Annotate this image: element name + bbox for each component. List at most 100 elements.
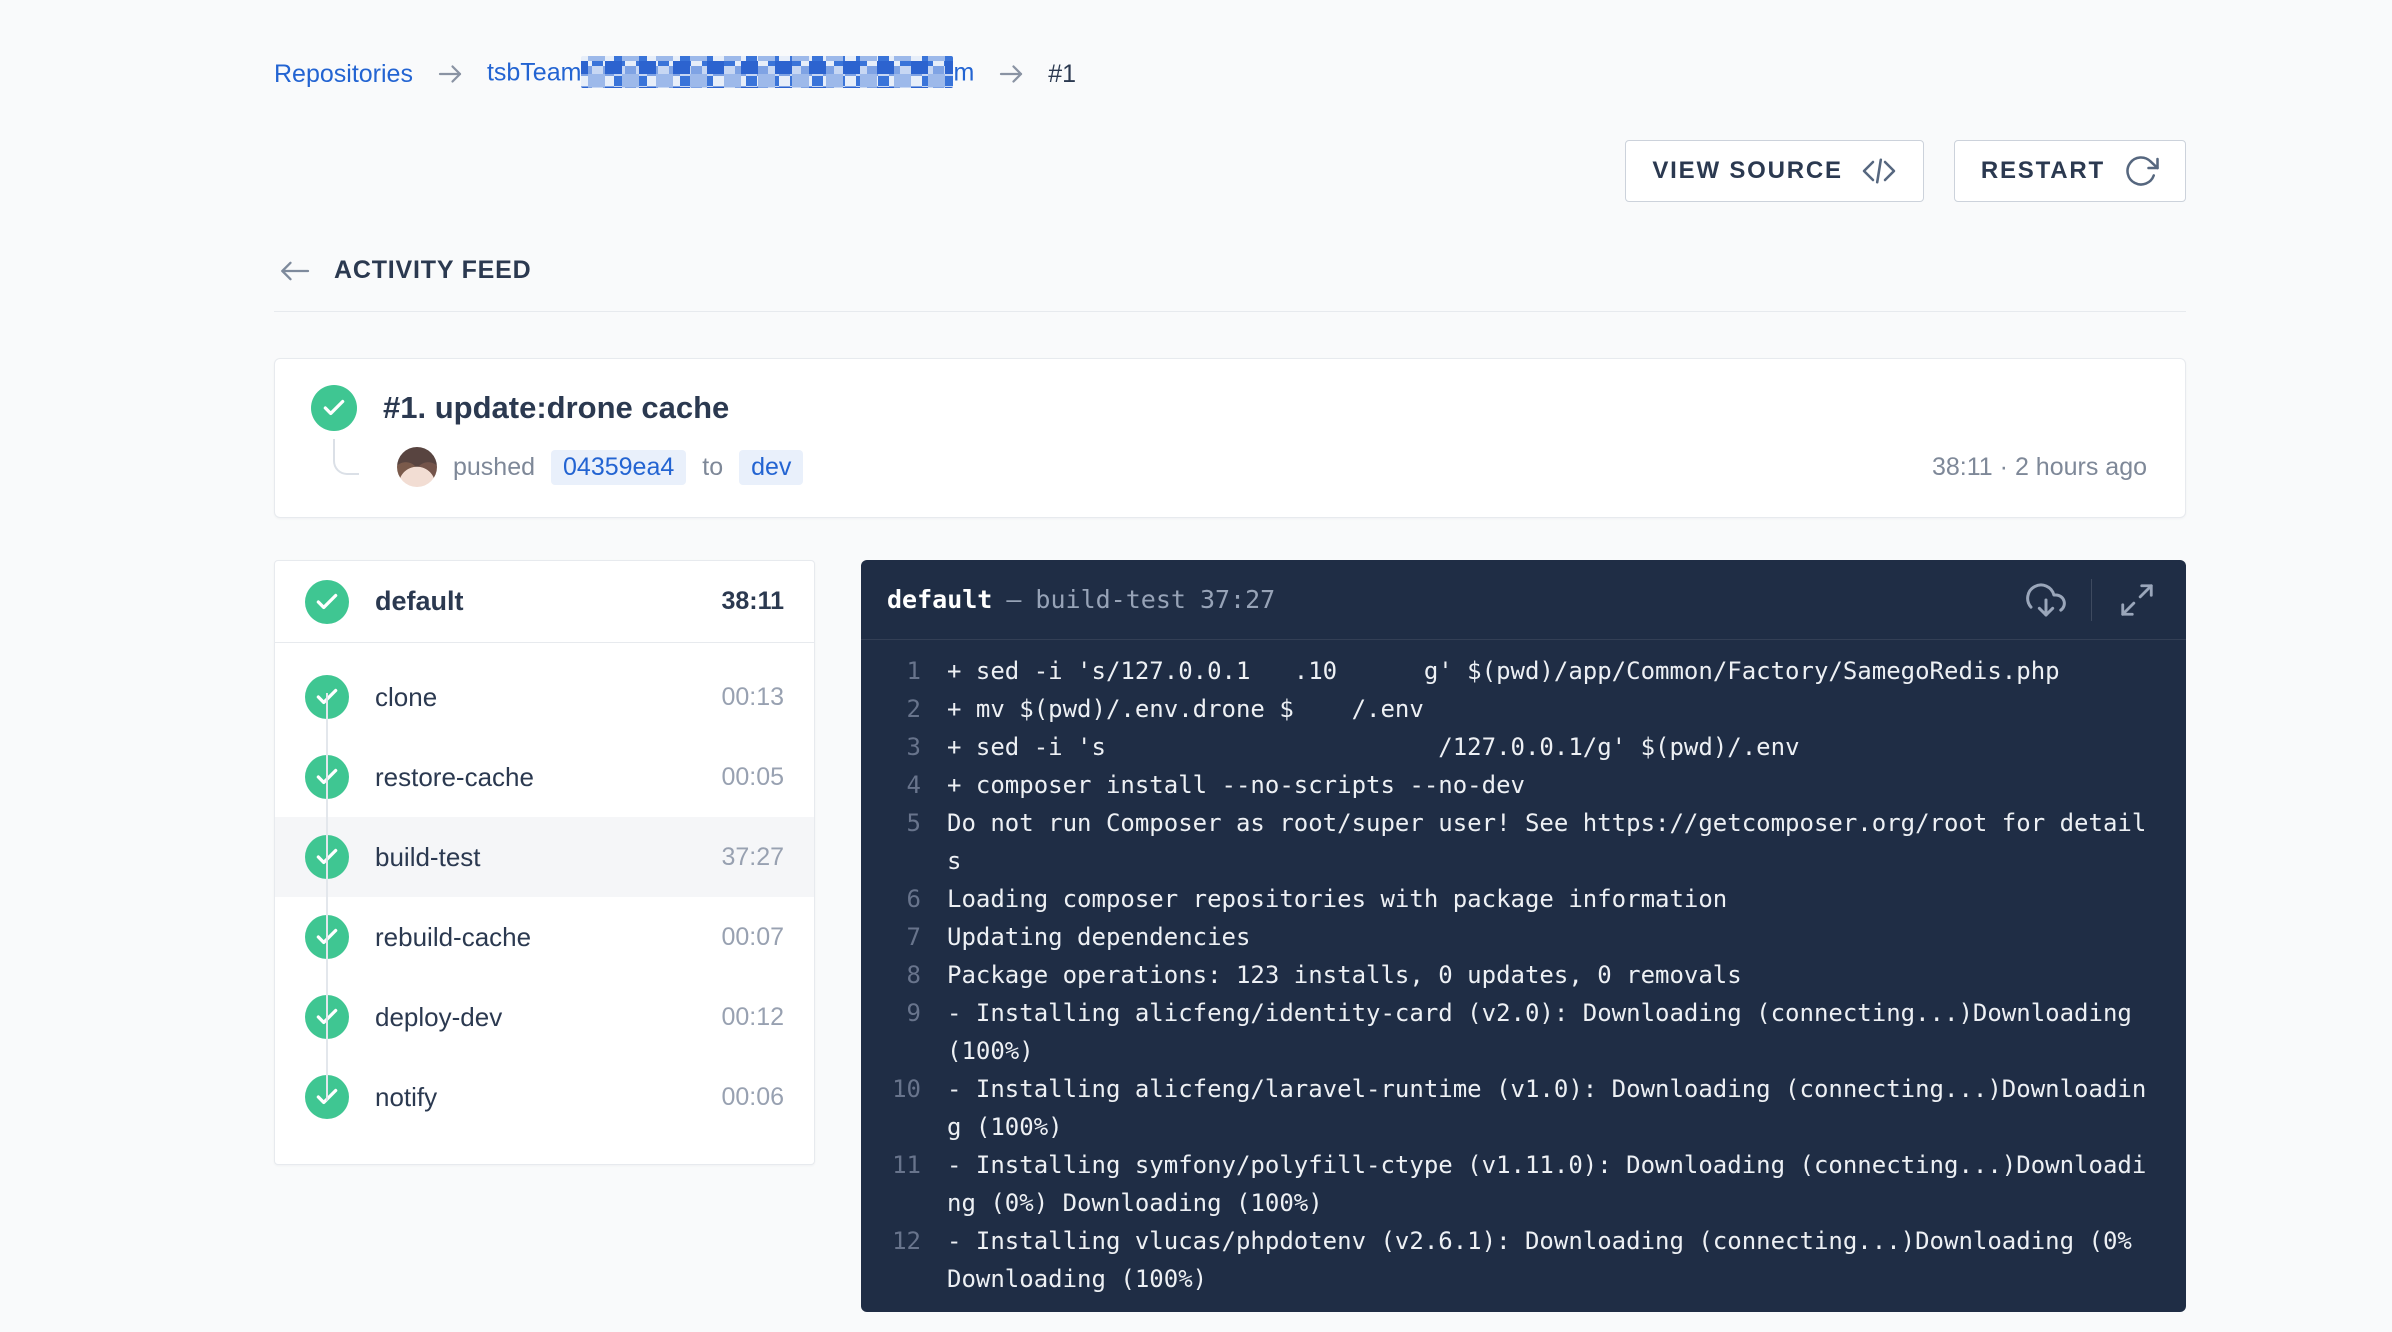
- step-row-rebuild-cache[interactable]: rebuild-cache 00:07: [275, 897, 814, 977]
- breadcrumb-build-number: #1: [1048, 60, 1076, 89]
- log-text: Updating dependencies: [947, 918, 2154, 956]
- log-line-number: 1: [879, 652, 921, 690]
- log-line: 5 Do not run Composer as root/super user!…: [879, 804, 2162, 880]
- log-line: 2 + mv $(pwd)/.env.drone $/.env: [879, 690, 2162, 728]
- breadcrumb-arrow-icon: [996, 59, 1026, 89]
- log-line-number: 7: [879, 918, 921, 956]
- download-log-button[interactable]: [2023, 577, 2069, 623]
- stage-name: default: [375, 586, 464, 617]
- log-text: + sed -i 's/127.0.0.1/g' $(pwd)/.env: [947, 728, 2154, 766]
- log-text: - Installing alicfeng/laravel-runtime (v…: [947, 1070, 2154, 1146]
- censored-page-title: [274, 148, 776, 194]
- header-buttons: VIEW SOURCE RESTART: [1625, 140, 2186, 202]
- log-text: Loading composer repositories with packa…: [947, 880, 2154, 918]
- restart-icon: [2123, 153, 2159, 189]
- log-line-number: 12: [879, 1222, 921, 1298]
- breadcrumb-arrow-icon: [435, 59, 465, 89]
- log-line: 8 Package operations: 123 installs, 0 upd…: [879, 956, 2162, 994]
- step-row-build-test[interactable]: build-test 37:27: [275, 817, 814, 897]
- step-label: build-test: [375, 842, 481, 873]
- log-line: 11 - Installing symfony/polyfill-ctype (v…: [879, 1146, 2162, 1222]
- activity-feed-link[interactable]: ACTIVITY FEED: [274, 256, 2186, 285]
- icon-divider: [2091, 579, 2092, 621]
- view-source-button[interactable]: VIEW SOURCE: [1625, 140, 1923, 202]
- censored-log-segment: [1250, 654, 1293, 686]
- step-duration: 00:05: [721, 763, 784, 792]
- censored-log-segment: [1294, 692, 1352, 724]
- log-text: Do not run Composer as root/super user! …: [947, 804, 2154, 880]
- step-row-deploy-dev[interactable]: deploy-dev 00:12: [275, 977, 814, 1057]
- log-line: 7 Updating dependencies: [879, 918, 2162, 956]
- avatar: [397, 447, 437, 487]
- commit-chip[interactable]: 04359ea4: [551, 450, 686, 485]
- expand-icon: [2118, 581, 2156, 619]
- step-duration: 00:13: [721, 683, 784, 712]
- branch-chip[interactable]: dev: [739, 450, 803, 485]
- log-line-number: 4: [879, 766, 921, 804]
- log-line-number: 11: [879, 1146, 921, 1222]
- steps-list: clone 00:13 restore-cache 00:05 build-te…: [275, 643, 814, 1151]
- log-text: + composer install --no-scripts --no-dev: [947, 766, 2154, 804]
- expand-console-button[interactable]: [2114, 577, 2160, 623]
- build-duration-time: 38:11 · 2 hours ago: [1932, 453, 2147, 482]
- console-title: default — build-test 37:27: [887, 585, 1275, 614]
- step-label: rebuild-cache: [375, 922, 531, 953]
- log-text: - Installing alicfeng/identity-card (v2.…: [947, 994, 2154, 1070]
- breadcrumb-link-repo[interactable]: tsbTeamm: [487, 56, 974, 92]
- log-line: 12 - Installing vlucas/phpdotenv (v2.6.1)…: [879, 1222, 2162, 1298]
- step-duration: 00:07: [721, 923, 784, 952]
- log-text: + mv $(pwd)/.env.drone $/.env: [947, 690, 2154, 728]
- log-text: - Installing symfony/polyfill-ctype (v1.…: [947, 1146, 2154, 1222]
- step-duration: 00:06: [721, 1083, 784, 1112]
- console-panel: default — build-test 37:27 1+ sed: [861, 560, 2186, 1312]
- console-log[interactable]: 1+ sed -i 's/127.0.0.1.10g' $(pwd)/app/C…: [861, 640, 2186, 1298]
- step-row-restore-cache[interactable]: restore-cache 00:05: [275, 737, 814, 817]
- download-cloud-icon: [2026, 580, 2066, 620]
- divider: [274, 311, 2186, 312]
- step-label: notify: [375, 1082, 437, 1113]
- censored-log-segment: [1337, 654, 1424, 686]
- step-row-notify[interactable]: notify 00:06: [275, 1057, 814, 1137]
- censored-repo-name: [581, 56, 953, 88]
- log-line-number: 8: [879, 956, 921, 994]
- pushed-label: pushed: [453, 453, 535, 482]
- stage-row-default[interactable]: default 38:11: [275, 561, 814, 643]
- to-label: to: [702, 453, 723, 482]
- log-line-number: 9: [879, 994, 921, 1070]
- log-line: 9 - Installing alicfeng/identity-card (v2…: [879, 994, 2162, 1070]
- log-line-number: 5: [879, 804, 921, 880]
- log-line: 6 Loading composer repositories with pack…: [879, 880, 2162, 918]
- step-duration: 37:27: [721, 843, 784, 872]
- page-title: [274, 146, 776, 196]
- log-line-number: 6: [879, 880, 921, 918]
- step-label: restore-cache: [375, 762, 534, 793]
- stage-duration: 38:11: [721, 587, 784, 616]
- page-header: VIEW SOURCE RESTART: [274, 140, 2186, 202]
- log-line-number: 10: [879, 1070, 921, 1146]
- step-label: deploy-dev: [375, 1002, 502, 1033]
- steps-connector-line: [326, 693, 328, 1101]
- breadcrumb: Repositories tsbTeamm #1: [274, 0, 2186, 92]
- log-line-number: 3: [879, 728, 921, 766]
- back-arrow-icon: [274, 257, 314, 285]
- restart-button[interactable]: RESTART: [1954, 140, 2186, 202]
- log-line: 10 - Installing alicfeng/laravel-runtime …: [879, 1070, 2162, 1146]
- log-line: 4 + composer install --no-scripts --no-de…: [879, 766, 2162, 804]
- step-label: clone: [375, 682, 437, 713]
- step-duration: 00:12: [721, 1003, 784, 1032]
- censored-log-segment: [1106, 730, 1438, 762]
- build-title: #1. update:drone cache: [383, 390, 729, 426]
- code-icon: [1861, 153, 1897, 189]
- connector-line: [333, 439, 359, 475]
- console-header: default — build-test 37:27: [861, 560, 2186, 640]
- stages-panel: default 38:11 clone 00:13 restore-cache …: [274, 560, 815, 1165]
- breadcrumb-link-repositories[interactable]: Repositories: [274, 60, 413, 89]
- step-row-clone[interactable]: clone 00:13: [275, 657, 814, 737]
- page: Repositories tsbTeamm #1 VIEW SOURCE RES…: [0, 0, 2392, 1312]
- log-text: Package operations: 123 installs, 0 upda…: [947, 956, 2154, 994]
- log-line-number: 2: [879, 690, 921, 728]
- log-line: 1+ sed -i 's/127.0.0.1.10g' $(pwd)/app/C…: [879, 652, 2162, 690]
- log-text: - Installing vlucas/phpdotenv (v2.6.1): …: [947, 1222, 2154, 1298]
- build-success-icon: [311, 385, 357, 431]
- build-card[interactable]: #1. update:drone cache pushed 04359ea4 t…: [274, 358, 2186, 518]
